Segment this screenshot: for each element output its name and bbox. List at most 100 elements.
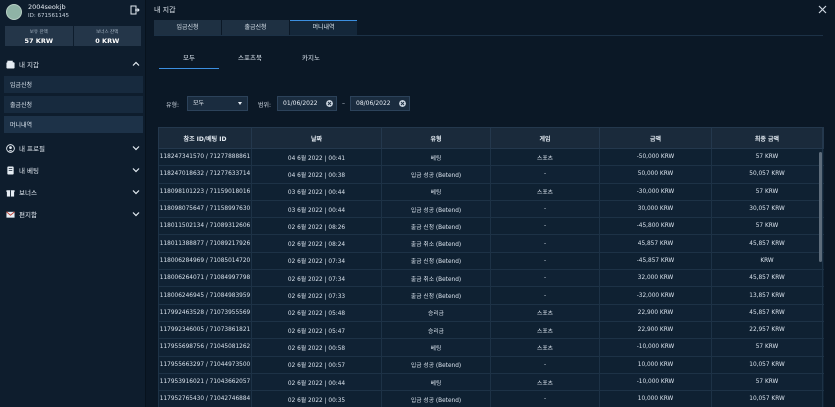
cell-final-amount: 45,857 KRW: [712, 235, 823, 252]
menu-bonus[interactable]: 보너스: [0, 182, 146, 202]
table-scrollbar[interactable]: [819, 152, 822, 262]
cell-date: 02 6월 2022 | 00:44: [252, 373, 382, 391]
cell-final-amount: 57 KRW: [712, 218, 823, 235]
cell-date: 02 6월 2022 | 05:48: [252, 304, 382, 321]
cell-ref-id: 118011388877 / 71089217926: [159, 235, 252, 252]
sidebar-item-withdraw[interactable]: 출금신청: [4, 96, 143, 113]
avatar[interactable]: [6, 4, 22, 20]
col-game: 게임: [491, 128, 600, 148]
clear-icon[interactable]: [399, 100, 406, 107]
bonus-balance-label: 보너스 잔액: [96, 30, 119, 35]
main-panel: 내 지갑 입금신청 출금신청 머니내역 모두 스포츠북 카지노 유형: 모두 범…: [147, 0, 835, 407]
cell-final-amount: 57 KRW: [712, 373, 823, 391]
cell-final-amount: 22,957 KRW: [712, 321, 823, 339]
tab-withdraw[interactable]: 출금신청: [222, 20, 289, 35]
cell-type: 베팅: [382, 183, 491, 200]
chevron-down-icon[interactable]: [132, 166, 140, 174]
cell-game: 스포츠: [491, 339, 600, 356]
table-row: 118011502134 / 71089312606 02 6월 2022 | 0…: [158, 218, 824, 236]
cell-date: 02 6월 2022 | 07:33: [252, 287, 382, 304]
cell-date: 03 6월 2022 | 00:44: [252, 183, 382, 200]
subtab-all[interactable]: 모두: [159, 52, 219, 69]
cell-ref-id: 118011502134 / 71089312606: [159, 218, 252, 235]
menu-bonus-label: 보너스: [19, 189, 37, 197]
cell-amount: -10,000 KRW: [600, 373, 712, 391]
gift-icon: [6, 189, 15, 197]
cell-final-amount: 10,057 KRW: [712, 356, 823, 373]
sidebar-item-money-history[interactable]: 머니내역: [4, 116, 143, 133]
subtab-bar: 모두 스포츠북 카지노: [159, 52, 342, 69]
subtab-sportsbook[interactable]: 스포츠북: [220, 52, 280, 69]
table-row: 118098075647 / 71158997630 03 6월 2022 | 0…: [158, 200, 824, 219]
date-to-value: 08/06/2022: [356, 100, 391, 107]
cell-game: -: [491, 200, 600, 218]
cell-ref-id: 118247018632 / 71277633714: [159, 166, 252, 183]
bonus-balance-value: 0 KRW: [95, 37, 120, 45]
menu-profile[interactable]: 내 프로필: [0, 138, 146, 158]
wallet-icon: [6, 60, 15, 69]
menu-wallet[interactable]: 내 지갑: [0, 54, 146, 74]
cell-type: 베팅: [382, 373, 491, 391]
menu-mailbox[interactable]: 편지함: [0, 204, 146, 224]
range-dash: –: [342, 100, 345, 107]
tab-divider: [154, 35, 823, 36]
cell-amount: -50,000 KRW: [600, 149, 712, 166]
cell-game: 스포츠: [491, 321, 600, 339]
cell-type: 입금 성공 (Betend): [382, 356, 491, 373]
cell-amount: -10,000 KRW: [600, 339, 712, 356]
cell-game: 스포츠: [491, 373, 600, 391]
betting-balance-label: 보유 잔액: [29, 30, 48, 35]
table-row: 117992346005 / 71073861821 02 6월 2022 | 0…: [158, 321, 824, 340]
type-select-value: 모두: [193, 100, 205, 107]
betting-balance: 보유 잔액 57 KRW: [5, 26, 73, 46]
cell-ref-id: 117992346005 / 71073861821: [159, 321, 252, 339]
chevron-down-icon[interactable]: [132, 144, 140, 152]
cell-amount: 32,000 KRW: [600, 270, 712, 287]
cell-date: 02 6월 2022 | 00:57: [252, 356, 382, 373]
cell-ref-id: 118098101223 / 71159018016: [159, 183, 252, 200]
user-icon: [6, 143, 15, 153]
cell-type: 출금 신청 (Betend): [382, 252, 491, 270]
table-row: 118011388877 / 71089217926 02 6월 2022 | 0…: [158, 235, 824, 253]
subtab-casino[interactable]: 카지노: [281, 52, 341, 69]
sidebar-item-deposit[interactable]: 입금신청: [4, 76, 143, 93]
cell-date: 02 6월 2022 | 00:58: [252, 339, 382, 356]
cell-game: -: [491, 287, 600, 304]
cell-date: 02 6월 2022 | 08:24: [252, 235, 382, 252]
cell-final-amount: 50,057 KRW: [712, 166, 823, 183]
type-select[interactable]: 모두: [187, 96, 248, 111]
cell-final-amount: KRW: [712, 252, 823, 270]
profile-header: 2004seokjb ID: 671561145: [0, 0, 145, 22]
clear-icon[interactable]: [326, 100, 333, 107]
table-row: 117953916021 / 71043662057 02 6월 2022 | 0…: [158, 373, 824, 392]
logout-icon[interactable]: [130, 5, 140, 15]
chevron-up-icon[interactable]: [132, 60, 140, 68]
caret-down-icon: [238, 102, 242, 105]
filter-bar: 유형: 모두 범위: 01/06/2022 – 08/06/2022: [166, 96, 826, 111]
cell-game: -: [491, 391, 600, 407]
chevron-down-icon[interactable]: [132, 188, 140, 196]
date-to-input[interactable]: 08/06/2022: [350, 96, 410, 111]
cell-ref-id: 117955663297 / 71044973500: [159, 356, 252, 373]
cell-game: -: [491, 235, 600, 252]
cell-amount: 22,900 KRW: [600, 321, 712, 339]
col-type: 유형: [382, 128, 491, 148]
date-from-input[interactable]: 01/06/2022: [277, 96, 337, 111]
table-row: 117952765430 / 71042746884 02 6월 2022 | 0…: [158, 391, 824, 407]
date-from-value: 01/06/2022: [283, 100, 318, 107]
menu-wallet-label: 내 지갑: [19, 61, 40, 69]
cell-type: 승리금: [382, 321, 491, 339]
cell-type: 입금 성공 (Betend): [382, 200, 491, 218]
cell-ref-id: 118006284969 / 71085014720: [159, 252, 252, 270]
tab-deposit[interactable]: 입금신청: [154, 20, 221, 35]
cell-amount: 50,000 KRW: [600, 166, 712, 183]
close-icon[interactable]: [818, 5, 827, 14]
table-body: 118247341570 / 71277888861 04 6월 2022 | 0…: [158, 149, 824, 407]
cell-final-amount: 13,857 KRW: [712, 287, 823, 304]
tab-money-history[interactable]: 머니내역: [290, 20, 357, 35]
menu-bets[interactable]: 내 베팅: [0, 160, 146, 180]
menu-profile-label: 내 프로필: [19, 145, 45, 153]
col-ref-id: 참조 ID/베팅 ID: [159, 128, 252, 148]
chevron-down-icon[interactable]: [132, 210, 140, 218]
table-row: 118247018632 / 71277633714 04 6월 2022 | 0…: [158, 166, 824, 184]
